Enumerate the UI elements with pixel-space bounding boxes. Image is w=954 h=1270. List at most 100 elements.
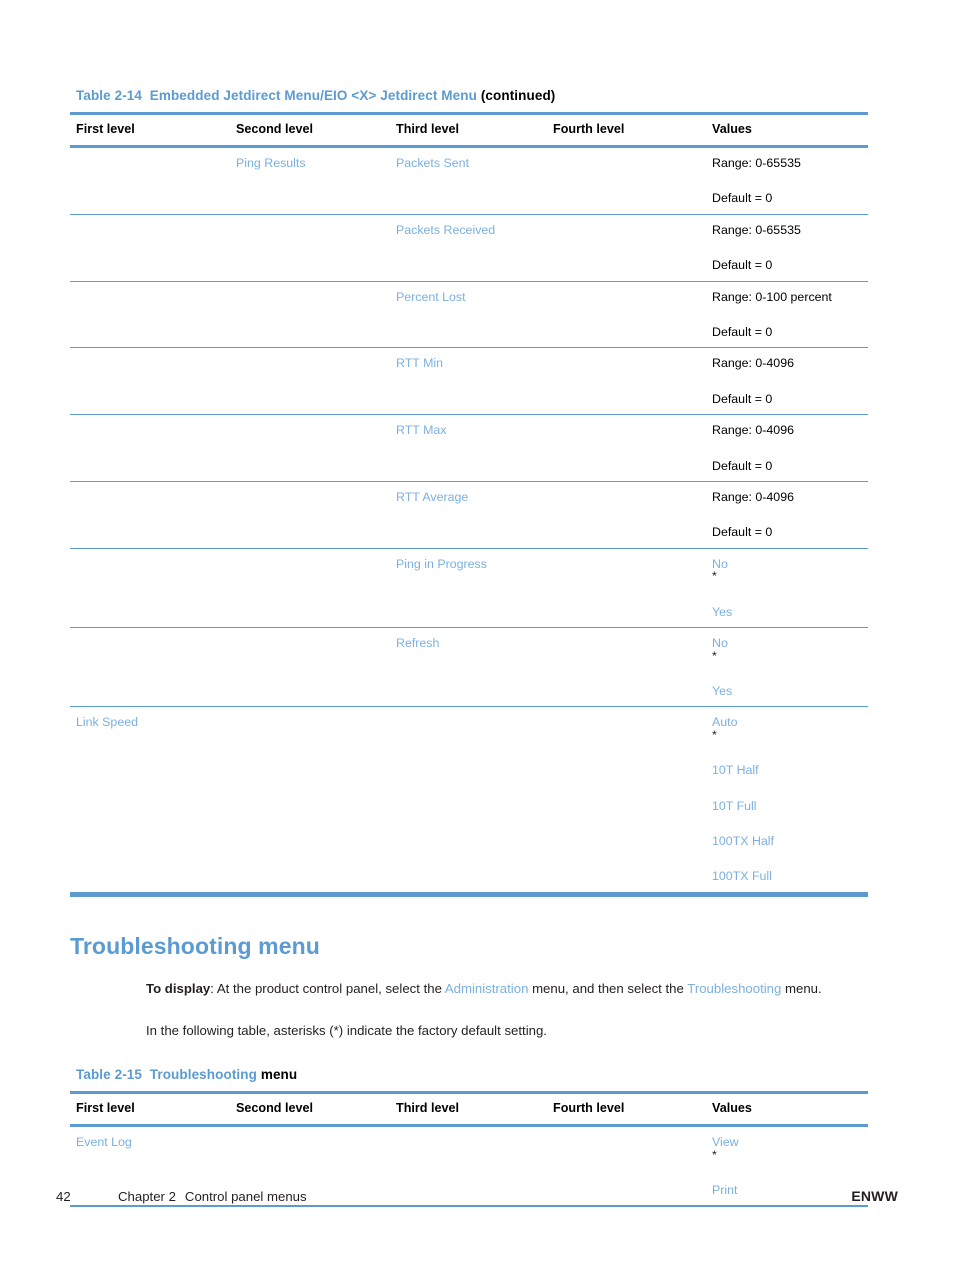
value-item: Yes: [712, 683, 733, 698]
table-row: Refresh No * Yes: [70, 627, 868, 708]
to-display-label: To display: [146, 980, 211, 996]
cell-first-level: [70, 627, 230, 708]
table-row: RTT Average Range: 0-4096 Default = 0: [70, 481, 868, 549]
cell-fourth-level: [547, 146, 706, 215]
cell-fourth-level: [547, 627, 706, 708]
cell-third-level: Ping in Progress: [390, 548, 547, 629]
cell-values: No * Yes: [706, 548, 868, 629]
value-item: Range: 0-4096: [712, 490, 794, 505]
link-administration: Administration: [444, 980, 529, 996]
column-header-third-level: Third level: [390, 112, 547, 148]
value-item: 10T Half: [712, 763, 759, 778]
value-item: Default = 0: [712, 191, 773, 206]
column-header-second-level: Second level: [230, 112, 390, 148]
caption-link-eio-jetdirect: EIO <X> Jetdirect Menu: [323, 88, 477, 103]
asterisk-note-paragraph: In the following table, asterisks (*) in…: [146, 1023, 547, 1039]
column-header-third-level: Third level: [390, 1091, 547, 1128]
cell-values: Range: 0-65535 Default = 0: [706, 146, 868, 215]
jetdirect-menu-table: First level Second level Third level Fou…: [70, 112, 868, 897]
cell-values: Range: 0-4096 Default = 0: [706, 481, 868, 549]
to-display-paragraph: To display: At the product control panel…: [146, 978, 866, 1001]
cell-third-level: Packets Sent: [390, 146, 547, 215]
value-item: No *: [712, 637, 860, 662]
footer-chapter-title: Control panel menus: [184, 1189, 307, 1204]
table-header-row: First level Second level Third level Fou…: [70, 1091, 868, 1128]
cell-values: No * Yes: [706, 627, 868, 708]
document-page: Table 2-14 Embedded Jetdirect Menu/EIO <…: [0, 0, 954, 1270]
cell-first-level: [70, 214, 230, 282]
cell-values: Range: 0-4096 Default = 0: [706, 347, 868, 416]
cell-third-level: RTT Max: [390, 414, 547, 483]
table-row: RTT Max Range: 0-4096 Default = 0: [70, 414, 868, 483]
table-header-row: First level Second level Third level Fou…: [70, 112, 868, 148]
cell-second-level: [230, 347, 390, 416]
value-item: Default = 0: [712, 458, 773, 473]
page-section-heading: Troubleshooting menu: [70, 932, 320, 959]
value-item: 10T Full: [712, 798, 757, 813]
table-2-14-caption: Table 2-14 Embedded Jetdirect Menu/EIO <…: [76, 88, 868, 103]
cell-third-level: RTT Min: [390, 347, 547, 416]
jetdirect-table-body: Ping Results Packets Sent Range: 0-65535…: [70, 146, 868, 897]
value-item: Range: 0-100 percent: [712, 289, 832, 304]
caption-link-embedded-jetdirect: Embedded Jetdirect Menu: [149, 88, 321, 103]
cell-fourth-level: [547, 414, 706, 483]
column-header-first-level: First level: [70, 112, 230, 148]
value-item: Default = 0: [712, 258, 773, 273]
cell-fourth-level: [547, 214, 706, 282]
cell-second-level: [230, 481, 390, 549]
value-item: Default = 0: [712, 391, 773, 406]
caption-prefix: Table 2-14: [76, 88, 143, 103]
column-header-fourth-level: Fourth level: [547, 112, 706, 148]
table-row: Percent Lost Range: 0-100 percent Defaul…: [70, 281, 868, 349]
cell-second-level: [230, 627, 390, 708]
column-header-first-level: First level: [70, 1091, 230, 1128]
cell-second-level: [230, 548, 390, 629]
caption-link-troubleshooting: Troubleshooting: [149, 1067, 257, 1083]
table-row: Link Speed Auto * 10T Half 10T Full 100TX…: [70, 706, 868, 897]
value-item: Range: 0-65535: [712, 222, 801, 237]
cell-fourth-level: [547, 281, 706, 349]
cell-values: Range: 0-4096 Default = 0: [706, 414, 868, 483]
default-setting-asterisk: *: [712, 1147, 717, 1162]
cell-first-level: [70, 347, 230, 416]
default-setting-asterisk: *: [712, 648, 717, 663]
cell-first-level: [70, 548, 230, 629]
default-setting-asterisk: *: [712, 727, 717, 742]
cell-values: Auto * 10T Half 10T Full 100TX Half 100TX…: [706, 706, 868, 897]
cell-first-level: [70, 414, 230, 483]
cell-fourth-level: [547, 706, 706, 897]
value-item: Yes: [712, 604, 733, 619]
value-item: 100TX Full: [712, 869, 772, 884]
cell-third-level: Percent Lost: [390, 281, 547, 349]
page-footer: 42 Chapter 2 Control panel menus ENWW: [56, 1188, 898, 1204]
value-item: Range: 0-65535: [712, 156, 801, 170]
value-item: 100TX Half: [712, 833, 774, 848]
footer-chapter: Chapter 2 Control panel menus: [118, 1189, 851, 1204]
footer-chapter-number: Chapter 2: [118, 1189, 176, 1204]
cell-second-level: [230, 281, 390, 349]
cell-first-level: [70, 146, 230, 215]
value-item: No *: [712, 558, 860, 583]
cell-values: Range: 0-65535 Default = 0: [706, 214, 868, 282]
default-setting-asterisk: *: [712, 569, 717, 584]
value-item: Default = 0: [712, 325, 773, 340]
cell-fourth-level: [547, 481, 706, 549]
value-item: View *: [712, 1136, 860, 1161]
table-row: RTT Min Range: 0-4096 Default = 0: [70, 347, 868, 416]
footer-page-number: 42: [56, 1189, 71, 1204]
caption-continued: (continued): [480, 88, 556, 103]
cell-first-level: [70, 481, 230, 549]
column-header-values: Values: [706, 1091, 868, 1128]
cell-second-level: [230, 414, 390, 483]
cell-third-level: Packets Received: [390, 214, 547, 282]
caption-prefix: Table 2-15: [76, 1067, 143, 1083]
section-body: To display: At the product control panel…: [146, 978, 866, 1043]
paragraph-text-part1: : At the product control panel, select t…: [210, 980, 445, 996]
column-header-fourth-level: Fourth level: [547, 1091, 706, 1128]
table-row: Packets Received Range: 0-65535 Default …: [70, 214, 868, 282]
page-content: Table 2-14 Embedded Jetdirect Menu/EIO <…: [70, 88, 868, 1208]
cell-fourth-level: [547, 548, 706, 629]
value-item: Auto *: [712, 716, 860, 741]
cell-fourth-level: [547, 347, 706, 416]
column-header-values: Values: [706, 112, 868, 148]
